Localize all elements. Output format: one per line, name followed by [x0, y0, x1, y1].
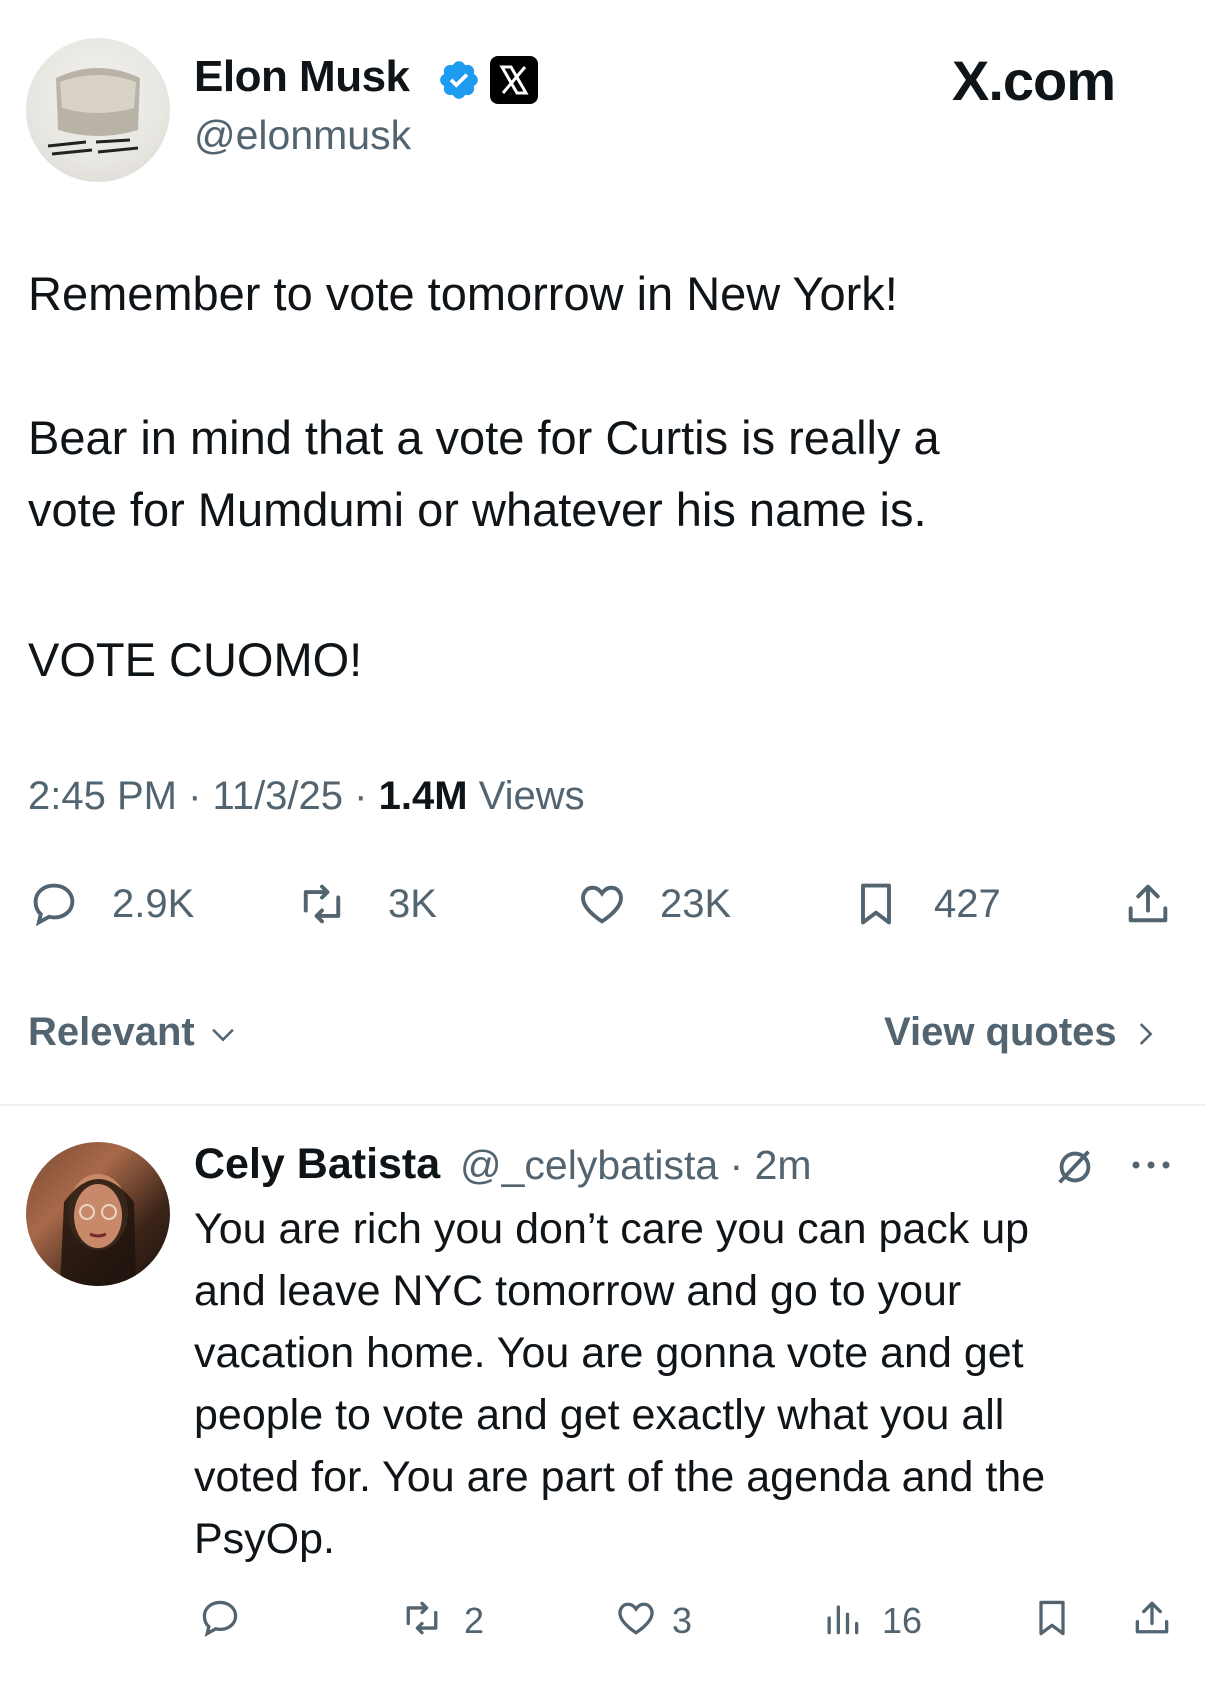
share-icon[interactable]: [1122, 878, 1174, 930]
repost-icon[interactable]: [296, 878, 348, 930]
x-logo-icon: [490, 56, 538, 104]
tweet-text-line: Bear in mind that a vote for Curtis is r…: [28, 411, 940, 464]
like-count[interactable]: 23K: [660, 882, 731, 927]
like-icon[interactable]: [576, 878, 628, 930]
tweet-date[interactable]: 11/3/25: [213, 774, 344, 818]
reply-handle: @_celybatista · 2m: [460, 1142, 812, 1189]
verified-badge-icon: [437, 58, 481, 102]
views-count: 1.4M: [378, 774, 468, 818]
tweet-meta: 2:45 PM · 11/3/25 · 1.4M Views: [28, 774, 585, 819]
reply-avatar[interactable]: [26, 1142, 170, 1286]
views-label: Views: [478, 774, 585, 818]
reply-text-line: You are rich you don’t care you can pack…: [194, 1205, 1030, 1253]
reply-time[interactable]: 2m: [755, 1142, 812, 1188]
reply-like-icon[interactable]: [614, 1596, 658, 1640]
reply-author-name[interactable]: Cely Batista: [194, 1140, 440, 1189]
reply-share-icon[interactable]: [1130, 1596, 1174, 1640]
view-quotes-link[interactable]: View quotes: [884, 1010, 1162, 1055]
view-quotes-label: View quotes: [884, 1010, 1117, 1054]
tweet-time[interactable]: 2:45 PM: [28, 774, 177, 818]
reply-like-count[interactable]: 3: [672, 1600, 692, 1642]
chevron-down-icon: [212, 1029, 234, 1042]
tweet-text-line: VOTE CUOMO!: [28, 633, 363, 686]
brand-label: X.com: [952, 49, 1116, 112]
bookmark-icon[interactable]: [850, 878, 902, 930]
author-handle[interactable]: @elonmusk: [194, 112, 411, 159]
reply-views-count[interactable]: 16: [882, 1600, 922, 1642]
grok-icon[interactable]: [1052, 1144, 1098, 1190]
author-avatar[interactable]: [26, 38, 170, 182]
meta-separator: ·: [188, 774, 202, 818]
reply-text-line: and leave NYC tomorrow and go to your: [194, 1267, 962, 1315]
reply-count[interactable]: 2.9K: [112, 882, 194, 927]
meta-separator: ·: [729, 1142, 744, 1188]
reply-repost-icon[interactable]: [400, 1596, 444, 1640]
views-icon[interactable]: [820, 1596, 864, 1640]
more-options-icon[interactable]: [1128, 1150, 1174, 1180]
reply-reply-icon[interactable]: [198, 1596, 242, 1640]
sort-label: Relevant: [28, 1010, 195, 1054]
chevron-right-icon: [1139, 1023, 1153, 1046]
reply-bookmark-icon[interactable]: [1030, 1596, 1074, 1640]
reply-repost-count[interactable]: 2: [464, 1600, 484, 1642]
meta-separator: ·: [354, 774, 368, 818]
reply-text-line: PsyOp.: [194, 1515, 335, 1563]
bookmark-count[interactable]: 427: [934, 882, 1001, 927]
repost-count[interactable]: 3K: [388, 882, 437, 927]
reply-text-line: people to vote and get exactly what you …: [194, 1391, 1005, 1439]
author-name[interactable]: Elon Musk: [194, 52, 410, 102]
reply-text-line: vacation home. You are gonna vote and ge…: [194, 1329, 1024, 1377]
reply-text-line: voted for. You are part of the agenda an…: [194, 1453, 1046, 1501]
divider: [0, 1104, 1206, 1106]
reply-icon[interactable]: [28, 878, 80, 930]
tweet-text-line: Remember to vote tomorrow in New York!: [28, 267, 898, 320]
tweet-text-line: vote for Mumdumi or whatever his name is…: [28, 483, 927, 536]
reply-author-handle[interactable]: @_celybatista: [460, 1142, 718, 1188]
sort-dropdown[interactable]: Relevant: [28, 1010, 240, 1055]
